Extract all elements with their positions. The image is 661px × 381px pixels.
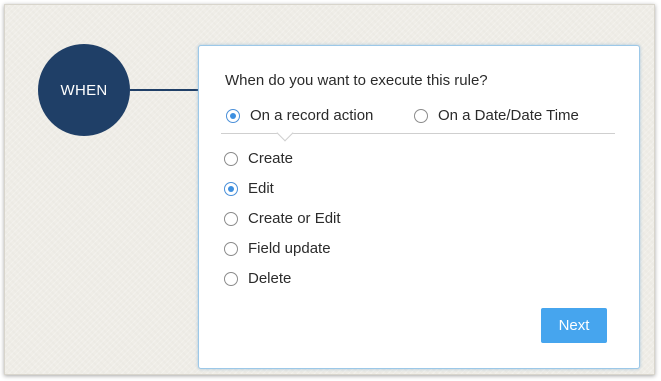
next-button[interactable]: Next [541,308,607,343]
trigger-option-date-time[interactable]: On a Date/Date Time [414,107,579,124]
radio-button[interactable] [414,108,428,123]
divider-pointer [276,124,294,142]
radio-button-checked[interactable] [224,181,238,196]
trigger-question: When do you want to execute this rule? [225,72,488,89]
action-option-label: Edit [248,180,274,197]
trigger-option-label: On a Date/Date Time [438,107,579,124]
action-option-create[interactable]: Create [224,150,293,167]
radio-button[interactable] [224,271,238,286]
action-option-label: Field update [248,240,331,257]
radio-button-checked[interactable] [226,108,240,123]
when-step-label: WHEN [60,81,108,99]
action-option-field-update[interactable]: Field update [224,240,331,257]
step-connector-line [130,89,200,91]
canvas-background: WHEN When do you want to execute this ru… [4,4,655,375]
action-option-label: Delete [248,270,292,287]
trigger-option-label: On a record action [250,107,374,124]
action-option-label: Create [248,150,294,167]
rule-trigger-panel: When do you want to execute this rule? O… [198,45,640,369]
radio-button[interactable] [224,151,238,166]
action-option-edit[interactable]: Edit [224,180,274,197]
action-option-label: Create or Edit [248,210,341,227]
radio-button[interactable] [224,241,238,256]
when-step-circle: WHEN [38,44,130,136]
action-option-delete[interactable]: Delete [224,270,291,287]
trigger-option-record-action[interactable]: On a record action [226,107,373,124]
radio-button[interactable] [224,211,238,226]
action-option-create-or-edit[interactable]: Create or Edit [224,210,341,227]
